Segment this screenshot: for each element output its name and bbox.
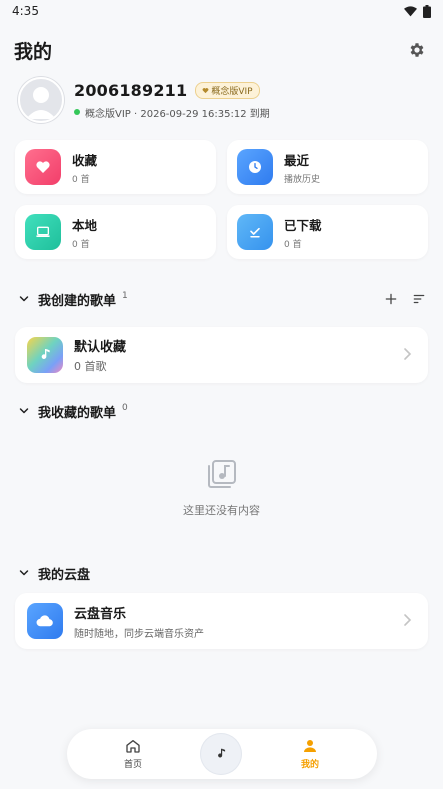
tile-title: 已下载: [284, 217, 322, 233]
created-playlists-header[interactable]: 我创建的歌单 1: [18, 288, 426, 310]
cloud-music-subtitle: 随时随地，同步云端音乐资产: [74, 628, 204, 640]
section-count: 1: [122, 291, 128, 301]
now-playing-button[interactable]: [200, 733, 242, 775]
page-title: 我的: [14, 40, 53, 63]
empty-state-text: 这里还没有内容: [183, 504, 260, 517]
empty-state: 这里还没有内容: [15, 458, 428, 520]
section-title: 我收藏的歌单: [38, 405, 117, 421]
tile-recent[interactable]: 最近 播放历史: [227, 140, 428, 194]
section-count: 0: [122, 403, 128, 413]
gear-icon: [410, 43, 424, 57]
username: 2006189211: [74, 80, 188, 100]
chevron-down-icon[interactable]: [18, 405, 30, 417]
vip-expiry: 概念版VIP · 2026-09-29 16:35:12 到期: [85, 108, 270, 120]
nav-home-label: 首页: [123, 760, 142, 770]
add-icon[interactable]: [384, 292, 398, 306]
music-note-icon: [218, 748, 226, 758]
heart-icon: [36, 161, 50, 173]
home-icon: [126, 740, 140, 753]
nav-home[interactable]: 首页: [113, 738, 153, 770]
download-done-icon: [250, 227, 260, 238]
tile-title: 本地: [72, 217, 98, 233]
vip-badge-label: 概念版VIP: [211, 86, 253, 97]
clock-icon: [249, 161, 261, 173]
bottom-nav: 首页 我的: [67, 729, 377, 779]
cloud-icon: [36, 615, 53, 627]
tile-subtitle: 0 首: [72, 239, 90, 250]
cloud-music-item[interactable]: 云盘音乐 随时随地，同步云端音乐资产: [15, 593, 428, 649]
laptop-icon: [36, 226, 50, 237]
chevron-right-icon: [404, 614, 412, 626]
user-icon: [304, 740, 316, 752]
tile-title: 收藏: [72, 152, 98, 168]
wifi-icon: [404, 5, 417, 16]
settings-button[interactable]: [405, 38, 429, 62]
nav-mine[interactable]: 我的: [290, 738, 330, 770]
nav-mine-label: 我的: [300, 760, 319, 770]
chevron-right-icon: [404, 348, 412, 360]
cloud-header[interactable]: 我的云盘: [18, 562, 426, 584]
playlist-item[interactable]: 默认收藏 0 首歌: [15, 327, 428, 383]
section-title: 我的云盘: [38, 567, 91, 583]
heart-icon: [202, 87, 209, 93]
tile-downloaded[interactable]: 已下载 0 首: [227, 205, 428, 259]
profile-section[interactable]: 2006189211 概念版VIP 概念版VIP · 2026-09-29 16…: [18, 75, 428, 125]
section-title: 我创建的歌单: [38, 293, 117, 309]
tile-subtitle: 0 首: [72, 174, 90, 185]
status-time: 4:35: [12, 4, 39, 18]
sort-icon[interactable]: [412, 292, 426, 306]
tile-local[interactable]: 本地 0 首: [15, 205, 216, 259]
user-avatar-icon: [26, 87, 56, 119]
status-bar: 4:35: [0, 0, 443, 22]
tile-subtitle: 0 首: [284, 239, 302, 250]
chevron-down-icon[interactable]: [18, 293, 30, 305]
collected-playlists-header[interactable]: 我收藏的歌单 0: [18, 400, 426, 422]
status-dot: [74, 109, 80, 115]
empty-library-icon: [207, 460, 236, 488]
playlist-subtitle: 0 首歌: [74, 360, 107, 373]
vip-badge: 概念版VIP: [195, 81, 260, 99]
tile-favorites[interactable]: 收藏 0 首: [15, 140, 216, 194]
avatar[interactable]: [18, 77, 64, 123]
tile-title: 最近: [284, 152, 310, 168]
tile-subtitle: 播放历史: [284, 174, 321, 185]
page-header: 我的: [14, 36, 429, 64]
chevron-down-icon[interactable]: [18, 567, 30, 579]
playlist-title: 默认收藏: [74, 340, 127, 355]
cloud-music-title: 云盘音乐: [74, 606, 127, 622]
music-note-icon: [41, 349, 50, 359]
battery-icon: [423, 4, 431, 18]
